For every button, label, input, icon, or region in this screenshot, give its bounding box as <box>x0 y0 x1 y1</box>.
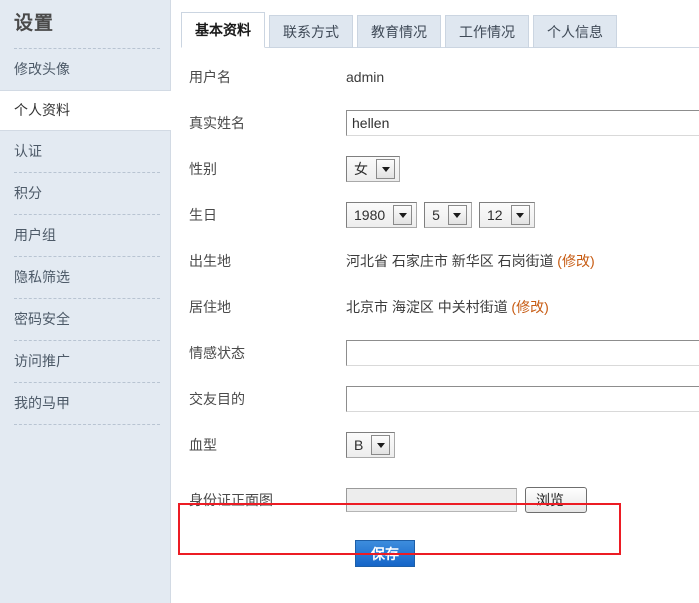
username-label: 用户名 <box>189 69 231 85</box>
birthday-year-value: 1980 <box>354 207 386 223</box>
tab-personal[interactable]: 个人信息 <box>533 15 617 48</box>
sidebar-item-alias[interactable]: 我的马甲 <box>0 383 170 424</box>
residence-edit-link[interactable]: (修改) <box>511 297 548 317</box>
form-row-realname: 真实姓名 <box>181 100 699 146</box>
idcard-front-label: 身份证正面图 <box>189 492 273 508</box>
realname-input[interactable] <box>346 110 699 136</box>
sidebar-item-promotion[interactable]: 访问推广 <box>0 341 170 382</box>
birthplace-value: 河北省 石家庄市 新华区 石岗街道 <box>346 253 554 269</box>
form-actions: 保存 <box>181 540 699 567</box>
chevron-down-icon <box>393 205 413 225</box>
birthday-day-select[interactable]: 12 <box>478 202 535 228</box>
sidebar: 设置 修改头像 个人资料 认证 积分 用户组 隐私筛选 密码安全 访问推广 我的… <box>0 0 171 603</box>
content-area: 基本资料 联系方式 教育情况 工作情况 个人信息 用户名 admin 真实姓名 … <box>171 0 699 603</box>
idcard-front-browse-button[interactable]: 浏览... <box>525 487 587 513</box>
tab-label: 教育情况 <box>371 24 427 40</box>
chevron-down-icon <box>376 159 395 179</box>
sidebar-item-label: 我的马甲 <box>14 395 70 411</box>
form-row-gender: 性别 女 <box>181 146 699 192</box>
sidebar-item-label: 修改头像 <box>14 61 70 77</box>
sidebar-divider <box>14 424 160 425</box>
sidebar-item-label: 积分 <box>14 185 42 201</box>
emotion-field-wrap <box>346 340 699 366</box>
chevron-down-icon <box>510 205 530 225</box>
sidebar-item-usergroup[interactable]: 用户组 <box>0 215 170 256</box>
gender-field-wrap: 女 <box>346 156 699 182</box>
sidebar-item-password[interactable]: 密码安全 <box>0 299 170 340</box>
gender-select-value: 女 <box>354 161 368 177</box>
birthday-month-select[interactable]: 5 <box>424 202 472 228</box>
sidebar-item-label: 访问推广 <box>14 353 70 369</box>
idcard-front-file-path[interactable] <box>346 488 517 512</box>
tab-label: 基本资料 <box>195 22 251 38</box>
residence-value: 北京市 海淀区 中关村街道 <box>346 299 508 315</box>
form-row-residence: 居住地 北京市 海淀区 中关村街道 (修改) <box>181 284 699 330</box>
tab-label: 联系方式 <box>283 24 339 40</box>
birthday-month-value: 5 <box>432 207 440 223</box>
sidebar-item-avatar[interactable]: 修改头像 <box>0 49 170 90</box>
emotion-input[interactable] <box>346 340 699 366</box>
purpose-label: 交友目的 <box>189 391 245 407</box>
bloodtype-field-wrap: B <box>346 432 699 458</box>
username-value-wrap: admin <box>346 69 699 85</box>
bloodtype-label: 血型 <box>189 437 217 453</box>
sidebar-item-label: 隐私筛选 <box>14 269 70 285</box>
birthplace-label: 出生地 <box>189 253 231 269</box>
tab-education[interactable]: 教育情况 <box>357 15 441 48</box>
purpose-input[interactable] <box>346 386 699 412</box>
sidebar-item-label: 个人资料 <box>14 102 70 118</box>
chevron-down-icon <box>447 205 467 225</box>
tab-work[interactable]: 工作情况 <box>445 15 529 48</box>
bloodtype-select[interactable]: B <box>346 432 396 458</box>
chevron-down-icon <box>371 435 391 455</box>
form-row-birthplace: 出生地 河北省 石家庄市 新华区 石岗街道 (修改) <box>181 238 699 284</box>
sidebar-title: 设置 <box>14 13 55 34</box>
form-row-emotion: 情感状态 <box>181 330 699 376</box>
tab-basic-info[interactable]: 基本资料 <box>181 12 265 48</box>
form-row-idcard-front: 身份证正面图 浏览... <box>181 474 699 526</box>
gender-select[interactable]: 女 <box>346 156 400 182</box>
sidebar-item-verification[interactable]: 认证 <box>0 131 170 172</box>
realname-field-wrap <box>346 110 699 136</box>
tab-bar: 基本资料 联系方式 教育情况 工作情况 个人信息 <box>181 12 699 48</box>
gender-label: 性别 <box>189 161 217 177</box>
tab-label: 工作情况 <box>459 24 515 40</box>
emotion-label: 情感状态 <box>189 345 245 361</box>
form-row-birthday: 生日 1980 5 12 <box>181 192 699 238</box>
save-button[interactable]: 保存 <box>355 540 415 567</box>
profile-form: 用户名 admin 真实姓名 性别 女 <box>181 48 699 567</box>
birthday-field-wrap: 1980 5 12 <box>346 202 699 228</box>
username-value: admin <box>346 69 385 85</box>
residence-label: 居住地 <box>189 299 231 315</box>
sidebar-item-label: 用户组 <box>14 227 56 243</box>
sidebar-item-points[interactable]: 积分 <box>0 173 170 214</box>
form-row-username: 用户名 admin <box>181 54 699 100</box>
purpose-field-wrap <box>346 386 699 412</box>
sidebar-item-privacy[interactable]: 隐私筛选 <box>0 257 170 298</box>
birthday-label: 生日 <box>189 207 217 223</box>
birthplace-value-wrap: 河北省 石家庄市 新华区 石岗街道 (修改) <box>346 251 699 271</box>
sidebar-item-label: 密码安全 <box>14 311 70 327</box>
tab-contact[interactable]: 联系方式 <box>269 15 353 48</box>
sidebar-item-profile[interactable]: 个人资料 <box>0 90 171 131</box>
bloodtype-select-value: B <box>354 437 364 453</box>
settings-page: 设置 修改头像 个人资料 认证 积分 用户组 隐私筛选 密码安全 访问推广 我的… <box>0 0 699 603</box>
realname-label: 真实姓名 <box>189 115 245 131</box>
tab-label: 个人信息 <box>547 24 603 40</box>
form-row-purpose: 交友目的 <box>181 376 699 422</box>
form-row-bloodtype: 血型 B <box>181 422 699 468</box>
idcard-front-field-wrap: 浏览... <box>346 487 699 513</box>
birthplace-edit-link[interactable]: (修改) <box>557 251 594 271</box>
residence-value-wrap: 北京市 海淀区 中关村街道 (修改) <box>346 297 699 317</box>
sidebar-item-label: 认证 <box>14 143 42 159</box>
birthday-year-select[interactable]: 1980 <box>346 202 418 228</box>
birthday-day-value: 12 <box>486 207 503 223</box>
